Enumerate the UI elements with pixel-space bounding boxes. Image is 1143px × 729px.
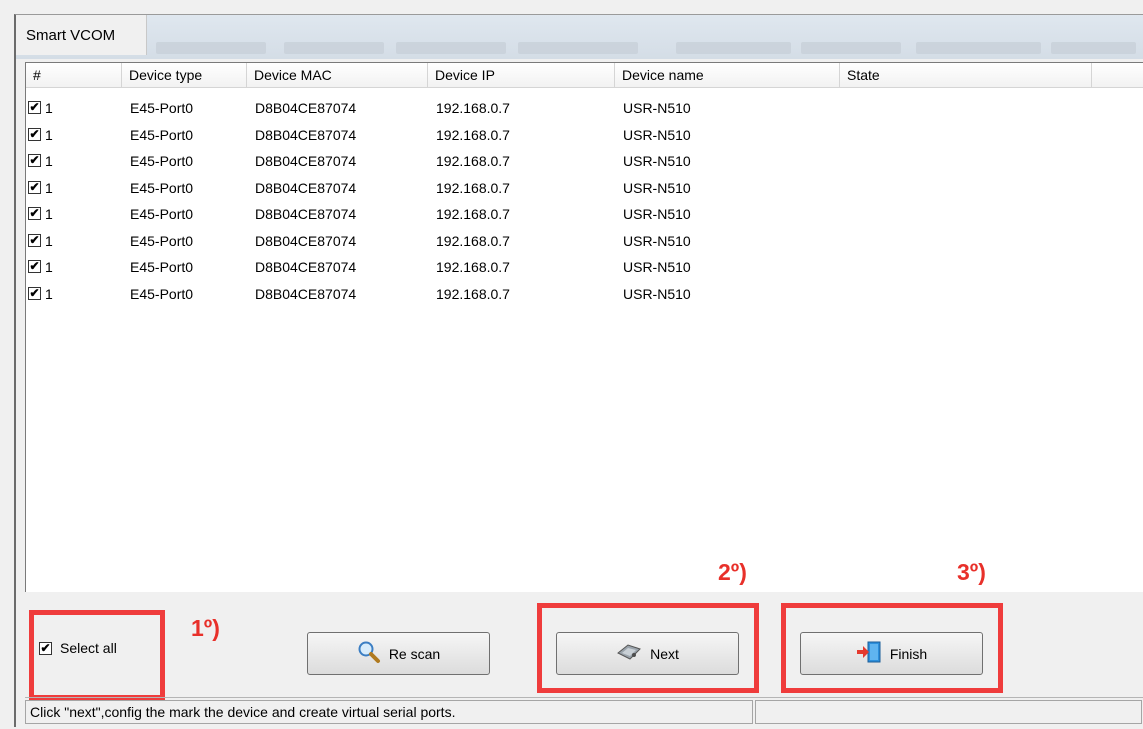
cell-ip: 192.168.0.7 xyxy=(436,153,510,169)
cell-type: E45-Port0 xyxy=(130,153,194,169)
annotation-step2: 2º) xyxy=(718,559,747,585)
bottom-panel: ✔ Select all 1º) Re scan 2º) Next 3º) Fi… xyxy=(25,559,1143,700)
cell-mac: D8B04CE87074 xyxy=(255,285,357,302)
cell-mac: D8B04CE87074 xyxy=(255,259,357,275)
row-checkbox[interactable]: ✔ xyxy=(28,127,41,141)
next-button[interactable]: Next xyxy=(556,632,739,675)
select-all-label: Select all xyxy=(60,640,117,656)
rescan-button[interactable]: Re scan xyxy=(307,632,490,675)
row-checkbox[interactable]: ✔ xyxy=(28,180,41,194)
cell-ip: 192.168.0.7 xyxy=(436,126,510,143)
cell-ip: 192.168.0.7 xyxy=(436,259,510,275)
status-bar: Click "next",config the mark the device … xyxy=(25,697,1143,729)
finish-button[interactable]: Finish xyxy=(800,632,983,675)
row-number: 1 xyxy=(45,153,53,169)
column-header-device-type[interactable]: Device type xyxy=(122,63,247,87)
cell-mac: D8B04CE87074 xyxy=(255,232,357,249)
background-ghost-tab xyxy=(801,42,901,54)
row-checkbox[interactable]: ✔ xyxy=(28,233,41,247)
cell-ip: 192.168.0.7 xyxy=(436,232,510,249)
cell-name: USR-N510 xyxy=(623,100,691,116)
table-row[interactable]: ✔ 1 E45-Port0 D8B04CE87074 192.168.0.7 USR-N5… xyxy=(26,283,1143,306)
title-tab: Smart VCOM xyxy=(16,15,147,55)
row-number: 1 xyxy=(45,100,53,116)
cell-type: E45-Port0 xyxy=(130,126,194,143)
background-ghost-tab xyxy=(676,42,791,54)
cell-mac: D8B04CE87074 xyxy=(255,153,357,169)
cell-ip: 192.168.0.7 xyxy=(436,179,510,196)
table-row[interactable]: ✔ 1 E45-Port0 D8B04CE87074 192.168.0.7 USR-N5… xyxy=(26,124,1143,147)
row-checkbox[interactable]: ✔ xyxy=(28,286,41,300)
cell-name: USR-N510 xyxy=(623,232,691,249)
cell-ip: 192.168.0.7 xyxy=(436,100,510,116)
table-row[interactable]: ✔ 1 E45-Port0 D8B04CE87074 192.168.0.7 USR-N5… xyxy=(26,177,1143,200)
column-header-device-name[interactable]: Device name xyxy=(615,63,840,87)
cell-type: E45-Port0 xyxy=(130,206,194,222)
cell-ip: 192.168.0.7 xyxy=(436,285,510,302)
finish-label: Finish xyxy=(889,645,928,662)
background-ghost-tab xyxy=(518,42,638,54)
cell-type: E45-Port0 xyxy=(130,179,194,196)
next-label: Next xyxy=(650,645,679,662)
background-ghost-tab xyxy=(284,42,384,54)
annotation-step3: 3º) xyxy=(957,559,986,585)
annotation-step1: 1º) xyxy=(191,615,220,641)
table-row[interactable]: ✔ 1 E45-Port0 D8B04CE87074 192.168.0.7 USR-N5… xyxy=(26,256,1143,279)
table-row[interactable]: ✔ 1 E45-Port0 D8B04CE87074 192.168.0.7 USR-N5… xyxy=(26,97,1143,120)
cell-name: USR-N510 xyxy=(623,153,691,169)
device-list[interactable]: # Device type Device MAC Device IP Devic… xyxy=(25,62,1143,592)
row-checkbox[interactable]: ✔ xyxy=(28,260,41,273)
table-row[interactable]: ✔ 1 E45-Port0 D8B04CE87074 192.168.0.7 USR-N5… xyxy=(26,203,1143,226)
cell-type: E45-Port0 xyxy=(130,100,194,116)
row-checkbox[interactable]: ✔ xyxy=(28,154,41,167)
cell-ip: 192.168.0.7 xyxy=(436,206,510,222)
column-header-device-mac[interactable]: Device MAC xyxy=(247,63,428,87)
row-number: 1 xyxy=(45,232,53,249)
column-header-number[interactable]: # xyxy=(26,63,122,87)
title-bar: Smart VCOM xyxy=(16,15,1143,59)
table-row[interactable]: ✔ 1 E45-Port0 D8B04CE87074 192.168.0.7 USR-N5… xyxy=(26,230,1143,253)
magnifier-icon xyxy=(357,640,381,667)
cell-mac: D8B04CE87074 xyxy=(255,179,357,196)
cell-name: USR-N510 xyxy=(623,126,691,143)
select-all-check-mark[interactable]: ✔ xyxy=(39,641,52,655)
cell-name: USR-N510 xyxy=(623,179,691,196)
row-number: 1 xyxy=(45,179,53,196)
row-checkbox[interactable]: ✔ xyxy=(28,207,41,220)
smart-vcom-window: Smart VCOM # Device type Device MAC Devi… xyxy=(14,14,1143,727)
list-header: # Device type Device MAC Device IP Devic… xyxy=(26,63,1143,88)
cell-mac: D8B04CE87074 xyxy=(255,206,357,222)
background-ghost-tab xyxy=(1051,42,1136,54)
row-number: 1 xyxy=(45,206,53,222)
cell-name: USR-N510 xyxy=(623,206,691,222)
cell-name: USR-N510 xyxy=(623,259,691,275)
status-panel-secondary xyxy=(755,700,1142,724)
row-number: 1 xyxy=(45,126,53,143)
select-all-checkbox[interactable]: ✔ Select all xyxy=(39,640,117,656)
window-title: Smart VCOM xyxy=(26,27,116,44)
cell-type: E45-Port0 xyxy=(130,232,194,249)
cell-type: E45-Port0 xyxy=(130,259,194,275)
background-ghost-tab xyxy=(396,42,506,54)
column-header-state[interactable]: State xyxy=(840,63,1092,87)
row-number: 1 xyxy=(45,259,53,275)
rescan-label: Re scan xyxy=(388,645,441,662)
cell-mac: D8B04CE87074 xyxy=(255,126,357,143)
status-message: Click "next",config the mark the device … xyxy=(25,700,753,724)
cell-name: USR-N510 xyxy=(623,285,691,302)
network-port-icon xyxy=(616,641,642,666)
cell-type: E45-Port0 xyxy=(130,285,194,302)
column-header-device-ip[interactable]: Device IP xyxy=(428,63,615,87)
background-ghost-tab xyxy=(156,42,266,54)
exit-door-icon xyxy=(856,640,882,667)
table-row[interactable]: ✔ 1 E45-Port0 D8B04CE87074 192.168.0.7 USR-N5… xyxy=(26,150,1143,173)
background-ghost-tab xyxy=(916,42,1041,54)
row-checkbox[interactable]: ✔ xyxy=(28,101,41,114)
cell-mac: D8B04CE87074 xyxy=(255,100,357,116)
row-number: 1 xyxy=(45,285,53,302)
